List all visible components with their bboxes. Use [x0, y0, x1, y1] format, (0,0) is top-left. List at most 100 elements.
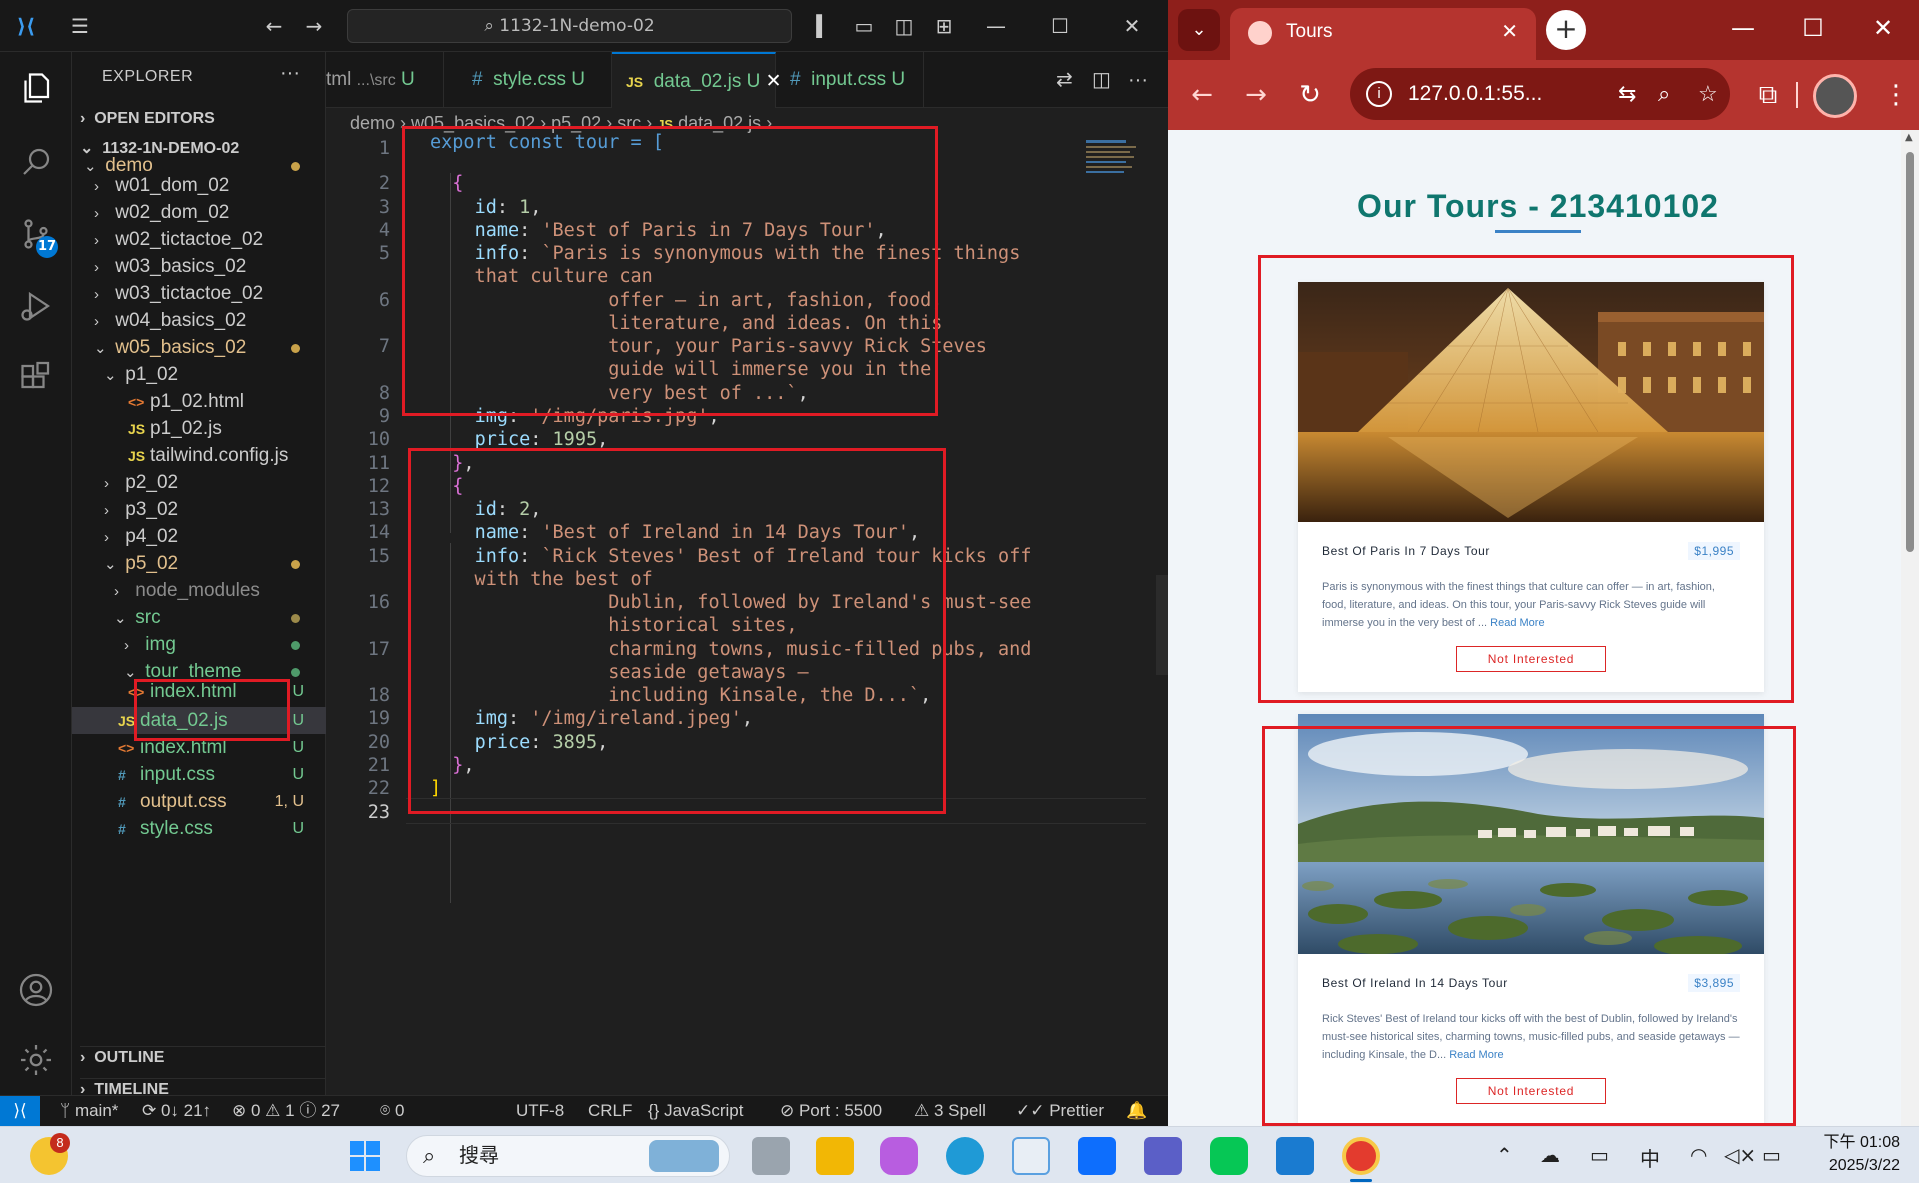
bookmark-star-icon[interactable]: ☆: [1698, 68, 1718, 120]
toggle-secondary-sidebar-icon[interactable]: ◫: [892, 14, 916, 38]
copilot-icon[interactable]: [880, 1137, 918, 1175]
tree-item-folder[interactable]: › w02_tictactoe_02: [72, 226, 326, 253]
git-branch[interactable]: ᛘ main*: [60, 1096, 118, 1126]
tab-data-02-js[interactable]: JS data_02.js U ✕: [612, 52, 782, 108]
more-actions-icon[interactable]: ···: [1114, 52, 1148, 108]
tree-item-folder[interactable]: › node_modules: [72, 577, 326, 604]
tree-item-file[interactable]: # input.css U: [72, 761, 326, 788]
translate-icon[interactable]: ⇆: [1618, 68, 1636, 120]
split-editor-icon[interactable]: ◫: [1078, 52, 1111, 108]
open-editors-section[interactable]: › OPEN EDITORS: [80, 110, 215, 128]
address-bar[interactable]: i 127.0.0.1:55... ⇆ ⌕ ☆: [1350, 68, 1730, 120]
code-editor[interactable]: 1 export const tour = [ 2 { 3 id: 1, 4 n…: [326, 126, 1168, 1095]
volume-muted-icon[interactable]: ◁×: [1724, 1143, 1756, 1167]
display-icon[interactable]: ▭: [1590, 1143, 1609, 1167]
language-mode[interactable]: {} JavaScript: [648, 1096, 743, 1126]
tab-close-icon[interactable]: ✕: [1501, 8, 1518, 56]
tab-index-html[interactable]: tml ...\src U: [326, 52, 444, 108]
tree-item-file[interactable]: <> p1_02.html: [72, 388, 326, 415]
editor-scrollbar[interactable]: [1156, 575, 1168, 675]
site-info-icon[interactable]: i: [1366, 81, 1392, 107]
toggle-panel-icon[interactable]: ▭: [852, 14, 876, 38]
accounts-icon[interactable]: [18, 972, 54, 1008]
run-debug-icon[interactable]: [18, 288, 54, 324]
toggle-sidebar-icon[interactable]: ▍: [812, 14, 836, 38]
tree-item-folder[interactable]: ⌄ w05_basics_02: [72, 334, 326, 361]
new-tab-plus-icon[interactable]: +: [1546, 10, 1586, 50]
maximize-icon[interactable]: ☐: [1798, 14, 1828, 42]
ports-indicator[interactable]: ⌾ 0: [380, 1096, 404, 1126]
problems-indicator[interactable]: ⊗ 0 ⚠ 1 ⓘ 27: [232, 1096, 340, 1126]
search-icon[interactable]: [18, 144, 54, 180]
tree-item-file[interactable]: JS p1_02.js: [72, 415, 326, 442]
tree-item-file[interactable]: JS tailwind.config.js: [72, 442, 326, 469]
close-icon[interactable]: ✕: [1868, 14, 1898, 42]
remote-indicator-icon[interactable]: ⟩⟨: [0, 1096, 40, 1127]
encoding[interactable]: UTF-8: [516, 1096, 564, 1126]
tree-item-folder[interactable]: ⌄ src: [72, 604, 326, 631]
page-scrollbar[interactable]: ▲: [1901, 130, 1919, 1126]
tree-item-folder[interactable]: › img: [72, 631, 326, 658]
line-app-icon[interactable]: [1210, 1137, 1248, 1175]
tree-item-folder[interactable]: › p2_02: [72, 469, 326, 496]
command-center[interactable]: ⌕ 1132-1N-demo-02: [347, 9, 792, 43]
tab-search-chevron-icon[interactable]: ⌄: [1178, 9, 1220, 51]
zoom-icon[interactable]: ⌕: [1658, 68, 1670, 120]
outline-section[interactable]: › OUTLINE: [80, 1046, 326, 1067]
microsoft-store-icon[interactable]: [1012, 1137, 1050, 1175]
forward-arrow-icon[interactable]: →: [1240, 80, 1272, 110]
tab-input-css[interactable]: # input.css U: [776, 52, 924, 108]
git-sync[interactable]: ⟳ 0↓ 21↑: [142, 1096, 211, 1126]
close-icon[interactable]: ✕: [1120, 14, 1144, 38]
tree-item-folder[interactable]: › w03_basics_02: [72, 253, 326, 280]
battery-icon[interactable]: ▭: [1762, 1143, 1781, 1167]
tree-item-folder[interactable]: › p3_02: [72, 496, 326, 523]
extensions-puzzle-icon[interactable]: ⧉: [1752, 80, 1784, 111]
minimize-icon[interactable]: —: [1728, 14, 1758, 42]
live-server-port[interactable]: ⊘ Port : 5500: [780, 1096, 882, 1126]
browser-tab-active[interactable]: Tours ✕: [1230, 8, 1536, 60]
windows-start-icon[interactable]: [346, 1137, 384, 1175]
edge-browser-icon[interactable]: [946, 1137, 984, 1175]
tree-item-folder[interactable]: › p4_02: [72, 523, 326, 550]
vscode-taskbar-icon[interactable]: [1276, 1137, 1314, 1175]
ime-indicator[interactable]: 中: [1640, 1143, 1660, 1172]
forward-arrow-icon[interactable]: →: [302, 14, 326, 38]
scroll-up-icon[interactable]: ▲: [1905, 132, 1913, 143]
kebab-menu-icon[interactable]: ⋮: [1880, 80, 1912, 110]
system-clock[interactable]: 下午 01:08 2025/3/22: [1800, 1131, 1901, 1177]
back-arrow-icon[interactable]: ←: [262, 14, 286, 38]
tree-item-file[interactable]: # output.css 1, U: [72, 788, 326, 815]
more-actions-icon[interactable]: ···: [280, 62, 300, 85]
file-explorer-icon[interactable]: [816, 1137, 854, 1175]
chrome-taskbar-icon[interactable]: [1342, 1137, 1380, 1175]
notifications-bell-icon[interactable]: 🔔: [1126, 1096, 1147, 1126]
reload-icon[interactable]: ↻: [1294, 80, 1326, 110]
tree-item-folder[interactable]: › w04_basics_02: [72, 307, 326, 334]
menu-icon[interactable]: ☰: [68, 14, 92, 38]
back-arrow-icon[interactable]: ←: [1186, 80, 1218, 110]
chevron-up-icon[interactable]: ⌃: [1496, 1143, 1513, 1167]
task-view-icon[interactable]: [752, 1137, 790, 1175]
dropbox-icon[interactable]: [1078, 1137, 1116, 1175]
line-ending[interactable]: CRLF: [588, 1096, 632, 1126]
prettier-status[interactable]: ✓✓ Prettier: [1016, 1096, 1104, 1126]
teams-icon[interactable]: [1144, 1137, 1182, 1175]
tree-item-folder[interactable]: ⌄ p5_02: [72, 550, 326, 577]
explorer-icon[interactable]: [18, 70, 54, 106]
customize-layout-icon[interactable]: ⊞: [932, 14, 956, 38]
tree-item-folder[interactable]: › w02_dom_02: [72, 199, 326, 226]
minimize-icon[interactable]: —: [984, 14, 1008, 38]
breadcrumb-item[interactable]: demo: [350, 113, 395, 133]
maximize-icon[interactable]: ☐: [1048, 14, 1072, 38]
compare-icon[interactable]: ⇄: [1042, 52, 1073, 108]
settings-gear-icon[interactable]: [18, 1042, 54, 1078]
spell-checker[interactable]: ⚠ 3 Spell: [914, 1096, 986, 1126]
tree-item-folder[interactable]: ⌄ p1_02: [72, 361, 326, 388]
minimap[interactable]: [1086, 138, 1146, 198]
wifi-icon[interactable]: ◠: [1690, 1143, 1707, 1167]
scroll-thumb[interactable]: [1906, 152, 1914, 552]
tab-style-css[interactable]: # style.css U: [458, 52, 612, 108]
tree-item-file[interactable]: # style.css U: [72, 815, 326, 842]
avatar[interactable]: [1813, 74, 1857, 118]
